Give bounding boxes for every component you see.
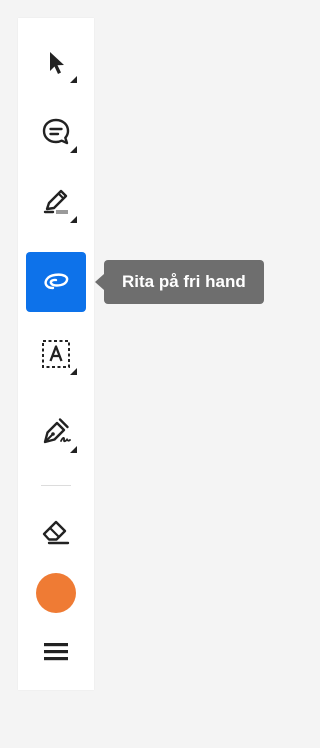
arrow-pointer-icon: [50, 52, 64, 74]
tool-tooltip: Rita på fri hand: [95, 260, 264, 304]
line-weight-icon: [44, 643, 68, 661]
draw-freehand-tool-button[interactable]: [26, 252, 86, 312]
select-tool-button[interactable]: [26, 32, 86, 92]
comment-bubble-icon: [42, 118, 70, 145]
tool-menu-indicator: [70, 368, 77, 375]
eraser-icon: [42, 520, 70, 545]
pen-nib-signature-icon: [43, 418, 71, 444]
highlight-tool-button[interactable]: [26, 172, 86, 232]
sign-tool-button[interactable]: [26, 402, 86, 462]
comment-tool-button[interactable]: [26, 102, 86, 162]
line-weight-button[interactable]: [26, 622, 86, 682]
eraser-tool-button[interactable]: [26, 501, 86, 561]
tool-menu-indicator: [70, 446, 77, 453]
annotation-toolbar: [18, 18, 94, 690]
tool-menu-indicator: [70, 216, 77, 223]
tool-menu-indicator: [70, 76, 77, 83]
tool-menu-indicator: [70, 146, 77, 153]
text-box-icon: [42, 340, 70, 368]
toolbar-divider: [41, 485, 71, 486]
highlighter-pen-icon: [43, 189, 68, 214]
freehand-loop-icon: [44, 273, 69, 290]
text-box-tool-button[interactable]: [26, 324, 86, 384]
current-color-swatch[interactable]: [36, 573, 76, 613]
